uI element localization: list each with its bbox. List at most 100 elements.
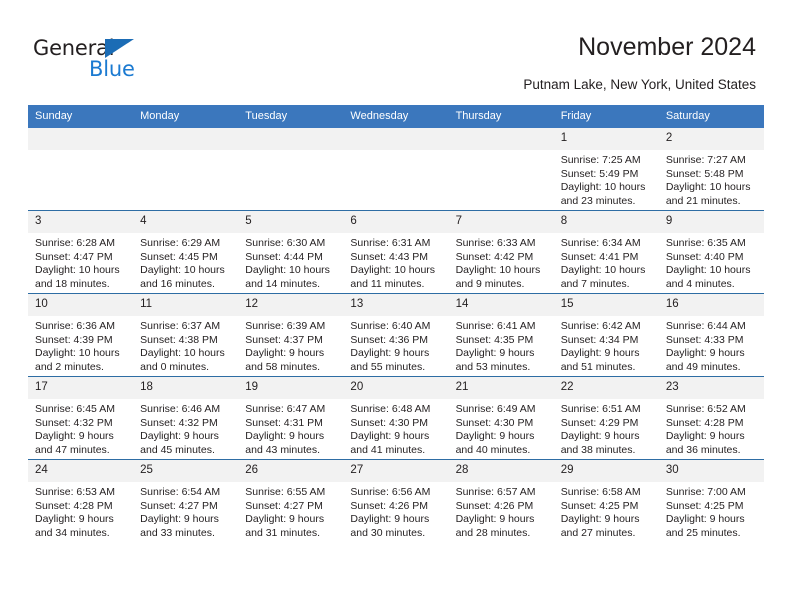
calendar-day-cell[interactable]: 13 Sunrise: 6:40 AM Sunset: 4:36 PM Dayligh… (343, 293, 449, 377)
calendar-day-cell[interactable]: 2 Sunrise: 7:27 AM Sunset: 5:48 PM Daylight… (658, 128, 764, 211)
calendar-day-cell[interactable]: 1 Sunrise: 7:25 AM Sunset: 5:49 PM Daylight… (553, 128, 659, 211)
weekday-header-thursday: Thursday (448, 105, 554, 128)
day-sun-info: Sunrise: 6:53 AM Sunset: 4:28 PM Daylight:… (28, 482, 133, 540)
calendar-day-cell[interactable]: 27 Sunrise: 6:56 AM Sunset: 4:26 PM Dayligh… (343, 459, 449, 542)
calendar-day-cell[interactable]: 4 Sunrise: 6:29 AM Sunset: 4:45 PM Daylight… (133, 210, 239, 294)
day-cell-inner: 9 Sunrise: 6:35 AM Sunset: 4:40 PM Daylight… (658, 211, 764, 293)
day-number (238, 128, 344, 150)
calendar-day-cell[interactable]: 5 Sunrise: 6:30 AM Sunset: 4:44 PM Daylight… (238, 210, 344, 294)
calendar-day-cell[interactable]: 24 Sunrise: 6:53 AM Sunset: 4:28 PM Dayligh… (28, 459, 134, 542)
day-number (133, 128, 239, 150)
day-cell-inner: 6 Sunrise: 6:31 AM Sunset: 4:43 PM Daylight… (343, 211, 449, 293)
day-sun-info: Sunrise: 6:34 AM Sunset: 4:41 PM Daylight:… (554, 233, 659, 291)
calendar-day-cell[interactable]: 17 Sunrise: 6:45 AM Sunset: 4:32 PM Dayligh… (28, 376, 134, 460)
day-cell-inner: 20 Sunrise: 6:48 AM Sunset: 4:30 PM Dayligh… (343, 377, 449, 459)
day-cell-inner: 10 Sunrise: 6:36 AM Sunset: 4:39 PM Dayligh… (28, 294, 134, 376)
day-cell-inner: 19 Sunrise: 6:47 AM Sunset: 4:31 PM Dayligh… (238, 377, 344, 459)
calendar-day-cell[interactable]: 11 Sunrise: 6:37 AM Sunset: 4:38 PM Dayligh… (133, 293, 239, 377)
calendar-day-cell[interactable]: 19 Sunrise: 6:47 AM Sunset: 4:31 PM Dayligh… (238, 376, 344, 460)
calendar-day-cell[interactable]: 29 Sunrise: 6:58 AM Sunset: 4:25 PM Dayligh… (553, 459, 659, 542)
sunrise-text: Sunrise: 6:41 AM (455, 320, 536, 332)
calendar-day-cell[interactable]: 22 Sunrise: 6:51 AM Sunset: 4:29 PM Dayligh… (553, 376, 659, 460)
weekday-header-sunday: Sunday (28, 105, 134, 128)
daylight-text: Daylight: 10 hours and 9 minutes. (455, 264, 541, 290)
calendar-day-cell[interactable]: 10 Sunrise: 6:36 AM Sunset: 4:39 PM Dayligh… (28, 293, 134, 377)
calendar-day-cell[interactable]: 8 Sunrise: 6:34 AM Sunset: 4:41 PM Daylight… (553, 210, 659, 294)
calendar-day-cell[interactable]: 9 Sunrise: 6:35 AM Sunset: 4:40 PM Daylight… (658, 210, 764, 294)
calendar-day-cell[interactable]: 23 Sunrise: 6:52 AM Sunset: 4:28 PM Dayligh… (658, 376, 764, 460)
day-number: 8 (553, 211, 659, 233)
day-number: 2 (658, 128, 764, 150)
calendar-day-cell[interactable]: 15 Sunrise: 6:42 AM Sunset: 4:34 PM Dayligh… (553, 293, 659, 377)
calendar-day-cell[interactable]: 26 Sunrise: 6:55 AM Sunset: 4:27 PM Dayligh… (238, 459, 344, 542)
weekday-header-friday: Friday (553, 105, 659, 128)
location-subtitle: Putnam Lake, New York, United States (523, 77, 756, 92)
page-title: November 2024 (578, 33, 756, 61)
sunrise-text: Sunrise: 6:39 AM (245, 320, 326, 332)
calendar-day-cell[interactable]: 7 Sunrise: 6:33 AM Sunset: 4:42 PM Daylight… (448, 210, 554, 294)
sunrise-text: Sunrise: 7:25 AM (560, 154, 641, 166)
weekday-header-wednesday: Wednesday (343, 105, 449, 128)
day-sun-info: Sunrise: 6:40 AM Sunset: 4:36 PM Daylight:… (343, 316, 448, 374)
daylight-text: Daylight: 9 hours and 33 minutes. (140, 513, 219, 539)
weekday-header-tuesday: Tuesday (238, 105, 344, 128)
sunrise-text: Sunrise: 6:45 AM (35, 403, 115, 415)
calendar-day-cell[interactable]: 12 Sunrise: 6:39 AM Sunset: 4:37 PM Dayligh… (238, 293, 344, 377)
daylight-text: Daylight: 9 hours and 58 minutes. (245, 347, 325, 373)
day-number: 21 (448, 377, 554, 399)
day-cell-inner: 8 Sunrise: 6:34 AM Sunset: 4:41 PM Daylight… (553, 211, 659, 293)
sunset-text: Sunset: 4:30 PM (350, 416, 429, 429)
day-cell-inner (28, 128, 134, 210)
day-sun-info: Sunrise: 6:33 AM Sunset: 4:42 PM Daylight:… (449, 233, 554, 291)
sunrise-text: Sunrise: 6:34 AM (560, 237, 641, 249)
day-cell-inner: 11 Sunrise: 6:37 AM Sunset: 4:38 PM Dayligh… (133, 294, 239, 376)
calendar-day-cell[interactable]: 16 Sunrise: 6:44 AM Sunset: 4:33 PM Dayligh… (658, 293, 764, 377)
sunrise-text: Sunrise: 6:31 AM (350, 237, 431, 249)
calendar-day-cell[interactable]: 3 Sunrise: 6:28 AM Sunset: 4:47 PM Daylight… (28, 210, 134, 294)
sunset-text: Sunset: 4:27 PM (245, 499, 323, 512)
daylight-text: Daylight: 10 hours and 18 minutes. (35, 264, 120, 290)
calendar-day-cell[interactable]: 14 Sunrise: 6:41 AM Sunset: 4:35 PM Dayligh… (448, 293, 554, 377)
sunrise-text: Sunrise: 6:37 AM (140, 320, 221, 332)
calendar-day-cell[interactable]: 21 Sunrise: 6:49 AM Sunset: 4:30 PM Dayligh… (448, 376, 554, 460)
sunrise-text: Sunrise: 7:27 AM (665, 154, 746, 166)
sunrise-text: Sunrise: 6:47 AM (245, 403, 326, 415)
day-number: 28 (448, 460, 554, 482)
calendar-day-cell[interactable]: 20 Sunrise: 6:48 AM Sunset: 4:30 PM Dayligh… (343, 376, 449, 460)
day-cell-inner: 12 Sunrise: 6:39 AM Sunset: 4:37 PM Dayligh… (238, 294, 344, 376)
day-sun-info: Sunrise: 6:45 AM Sunset: 4:32 PM Daylight:… (28, 399, 133, 457)
calendar-page: General Blue November 2024 Putnam Lake, … (0, 0, 792, 612)
daylight-text: Daylight: 9 hours and 27 minutes. (560, 513, 640, 539)
daylight-text: Daylight: 9 hours and 34 minutes. (35, 513, 114, 539)
sunset-text: Sunset: 4:29 PM (560, 416, 639, 429)
calendar-day-cell[interactable]: 30 Sunrise: 7:00 AM Sunset: 4:25 PM Dayligh… (658, 459, 764, 542)
day-number: 12 (238, 294, 344, 316)
daylight-text: Daylight: 10 hours and 2 minutes. (35, 347, 120, 373)
calendar-day-cell[interactable]: 28 Sunrise: 6:57 AM Sunset: 4:26 PM Dayligh… (448, 459, 554, 542)
daylight-text: Daylight: 9 hours and 40 minutes. (455, 430, 535, 456)
calendar-day-cell[interactable]: 25 Sunrise: 6:54 AM Sunset: 4:27 PM Dayligh… (133, 459, 239, 542)
sunrise-text: Sunrise: 6:54 AM (140, 486, 221, 498)
day-cell-inner: 5 Sunrise: 6:30 AM Sunset: 4:44 PM Daylight… (238, 211, 344, 293)
sunset-text: Sunset: 4:45 PM (140, 250, 218, 263)
day-number: 27 (343, 460, 449, 482)
calendar-day-cell[interactable]: 6 Sunrise: 6:31 AM Sunset: 4:43 PM Daylight… (343, 210, 449, 294)
calendar-day-cell[interactable]: 18 Sunrise: 6:46 AM Sunset: 4:32 PM Dayligh… (133, 376, 239, 460)
day-cell-inner: 4 Sunrise: 6:29 AM Sunset: 4:45 PM Daylight… (133, 211, 239, 293)
sunset-text: Sunset: 5:49 PM (560, 167, 639, 180)
sunset-text: Sunset: 4:34 PM (560, 333, 639, 346)
sunset-text: Sunset: 4:43 PM (350, 250, 429, 263)
daylight-text: Daylight: 9 hours and 31 minutes. (245, 513, 325, 539)
day-cell-inner: 29 Sunrise: 6:58 AM Sunset: 4:25 PM Dayligh… (553, 460, 659, 542)
calendar-week-row: 17 Sunrise: 6:45 AM Sunset: 4:32 PM Dayligh… (28, 376, 764, 460)
daylight-text: Daylight: 9 hours and 53 minutes. (455, 347, 535, 373)
daylight-text: Daylight: 9 hours and 28 minutes. (455, 513, 535, 539)
day-cell-inner: 15 Sunrise: 6:42 AM Sunset: 4:34 PM Dayligh… (553, 294, 659, 376)
sunrise-text: Sunrise: 6:36 AM (35, 320, 115, 332)
sunset-text: Sunset: 4:33 PM (665, 333, 744, 346)
daylight-text: Daylight: 10 hours and 7 minutes. (560, 264, 646, 290)
sunset-text: Sunset: 4:31 PM (245, 416, 323, 429)
sunrise-text: Sunrise: 6:29 AM (140, 237, 221, 249)
daylight-text: Daylight: 9 hours and 36 minutes. (665, 430, 745, 456)
day-cell-inner: 3 Sunrise: 6:28 AM Sunset: 4:47 PM Daylight… (28, 211, 134, 293)
